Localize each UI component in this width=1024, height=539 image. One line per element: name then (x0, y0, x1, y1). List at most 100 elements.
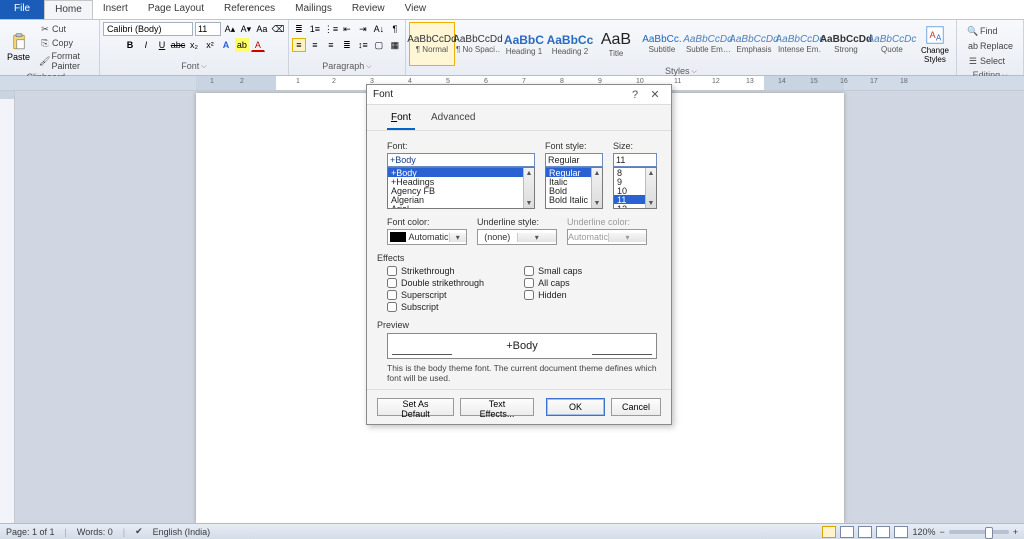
zoom-in-button[interactable]: + (1013, 527, 1018, 537)
list-item[interactable]: Bold (546, 186, 602, 195)
view-full-screen[interactable] (840, 526, 854, 538)
sort-button[interactable]: A↓ (372, 22, 386, 36)
status-language[interactable]: English (India) (153, 527, 211, 537)
tab-insert[interactable]: Insert (93, 0, 138, 19)
strikethrough-button[interactable]: abc (171, 38, 185, 52)
style-quote[interactable]: AaBbCcDcQuote (869, 22, 915, 66)
justify-button[interactable]: ≣ (340, 38, 354, 52)
highlight-button[interactable]: ab (235, 38, 249, 52)
tab-references[interactable]: References (214, 0, 285, 19)
change-case-button[interactable]: Aa (255, 22, 269, 36)
numbering-button[interactable]: 1≡ (308, 22, 322, 36)
paste-button[interactable]: Paste (3, 31, 34, 64)
subscript-button[interactable]: x₂ (187, 38, 201, 52)
vertical-ruler[interactable] (0, 91, 15, 523)
text-effects-button[interactable]: A (219, 38, 233, 52)
line-spacing-button[interactable]: ↕≡ (356, 38, 370, 52)
set-as-default-button[interactable]: Set As Default (377, 398, 454, 416)
tab-page-layout[interactable]: Page Layout (138, 0, 214, 19)
change-styles-button[interactable]: AA Change Styles (917, 22, 953, 66)
dialog-titlebar[interactable]: Font ? ✕ (367, 85, 671, 105)
font-input[interactable] (387, 153, 535, 167)
style-title[interactable]: AaBTitle (593, 22, 639, 66)
multilevel-button[interactable]: ⋮≡ (324, 22, 338, 36)
font-listbox[interactable]: ▲▼+Body+HeadingsAgency FBAlgerianArial (387, 167, 535, 209)
text-effects-button[interactable]: Text Effects... (460, 398, 534, 416)
style-heading-1[interactable]: AaBbCHeading 1 (501, 22, 547, 66)
list-item[interactable]: Algerian (388, 195, 534, 204)
tab-home[interactable]: Home (44, 0, 93, 19)
font-name-combo[interactable] (103, 22, 193, 36)
size-input[interactable] (613, 153, 657, 167)
superscript-button[interactable]: x² (203, 38, 217, 52)
cancel-button[interactable]: Cancel (611, 398, 661, 416)
dialog-tab-advanced[interactable]: Advanced (427, 109, 479, 130)
list-item[interactable]: 9 (614, 177, 656, 186)
format-painter-button[interactable]: 🖌Format Painter (36, 50, 96, 72)
font-size-combo[interactable] (195, 22, 221, 36)
size-listbox[interactable]: ▲▼89101112 (613, 167, 657, 209)
align-right-button[interactable]: ≡ (324, 38, 338, 52)
checkbox-strikethrough[interactable]: Strikethrough (387, 266, 484, 276)
align-center-button[interactable]: ≡ (308, 38, 322, 52)
style-subtitle[interactable]: AaBbCc.Subtitle (639, 22, 685, 66)
list-item[interactable]: +Headings (388, 177, 534, 186)
list-item[interactable]: +Body (388, 168, 534, 177)
style-emphasis[interactable]: AaBbCcDdEmphasis (731, 22, 777, 66)
style--no-spaci-[interactable]: AaBbCcDd¶ No Spaci… (455, 22, 501, 66)
shrink-font-button[interactable]: A▾ (239, 22, 253, 36)
increase-indent-button[interactable]: ⇥ (356, 22, 370, 36)
decrease-indent-button[interactable]: ⇤ (340, 22, 354, 36)
underline-style-combo[interactable]: (none)▾ (477, 229, 557, 245)
list-item[interactable]: Italic (546, 177, 602, 186)
font-style-input[interactable] (545, 153, 603, 167)
view-print-layout[interactable] (822, 526, 836, 538)
style-heading-2[interactable]: AaBbCcHeading 2 (547, 22, 593, 66)
view-outline[interactable] (876, 526, 890, 538)
tab-review[interactable]: Review (342, 0, 395, 19)
shading-button[interactable]: ▢ (372, 38, 386, 52)
checkbox-superscript[interactable]: Superscript (387, 290, 484, 300)
font-color-combo[interactable]: Automatic▾ (387, 229, 467, 245)
view-web-layout[interactable] (858, 526, 872, 538)
list-item[interactable]: 10 (614, 186, 656, 195)
underline-button[interactable]: U (155, 38, 169, 52)
style-strong[interactable]: AaBbCcDdStrong (823, 22, 869, 66)
status-words[interactable]: Words: 0 (77, 527, 113, 537)
list-item[interactable]: Agency FB (388, 186, 534, 195)
borders-button[interactable]: ▦ (388, 38, 402, 52)
tab-file[interactable]: File (0, 0, 44, 19)
view-draft[interactable] (894, 526, 908, 538)
find-button[interactable]: 🔍Find (964, 24, 1001, 38)
style-subtle-em-[interactable]: AaBbCcDdSubtle Em… (685, 22, 731, 66)
clear-formatting-button[interactable]: ⌫ (271, 22, 285, 36)
copy-button[interactable]: ⎘Copy (36, 36, 96, 50)
ok-button[interactable]: OK (546, 398, 605, 416)
checkbox-subscript[interactable]: Subscript (387, 302, 484, 312)
zoom-percent[interactable]: 120% (912, 527, 935, 537)
styles-gallery[interactable]: AaBbCcDd¶ NormalAaBbCcDd¶ No Spaci…AaBbC… (409, 22, 915, 66)
checkbox-all-caps[interactable]: All caps (524, 278, 582, 288)
bullets-button[interactable]: ≣ (292, 22, 306, 36)
tab-mailings[interactable]: Mailings (285, 0, 342, 19)
replace-button[interactable]: abReplace (964, 39, 1016, 53)
zoom-slider[interactable] (949, 530, 1009, 534)
grow-font-button[interactable]: A▴ (223, 22, 237, 36)
status-page[interactable]: Page: 1 of 1 (6, 527, 55, 537)
italic-button[interactable]: I (139, 38, 153, 52)
status-proofing-icon[interactable]: ✔ (135, 526, 143, 537)
style--normal[interactable]: AaBbCcDd¶ Normal (409, 22, 455, 66)
style-intense-em-[interactable]: AaBbCcDcIntense Em… (777, 22, 823, 66)
checkbox-double-strikethrough[interactable]: Double strikethrough (387, 278, 484, 288)
font-color-button[interactable]: A (251, 38, 265, 52)
show-marks-button[interactable]: ¶ (388, 22, 402, 36)
checkbox-hidden[interactable]: Hidden (524, 290, 582, 300)
font-style-listbox[interactable]: ▲▼RegularItalicBoldBold Italic (545, 167, 603, 209)
zoom-out-button[interactable]: − (939, 527, 944, 537)
align-left-button[interactable]: ≡ (292, 38, 306, 52)
dialog-help-button[interactable]: ? (625, 89, 645, 101)
dialog-tab-font[interactable]: FFontont (387, 109, 415, 130)
checkbox-small-caps[interactable]: Small caps (524, 266, 582, 276)
cut-button[interactable]: ✂Cut (36, 22, 96, 36)
tab-view[interactable]: View (395, 0, 437, 19)
